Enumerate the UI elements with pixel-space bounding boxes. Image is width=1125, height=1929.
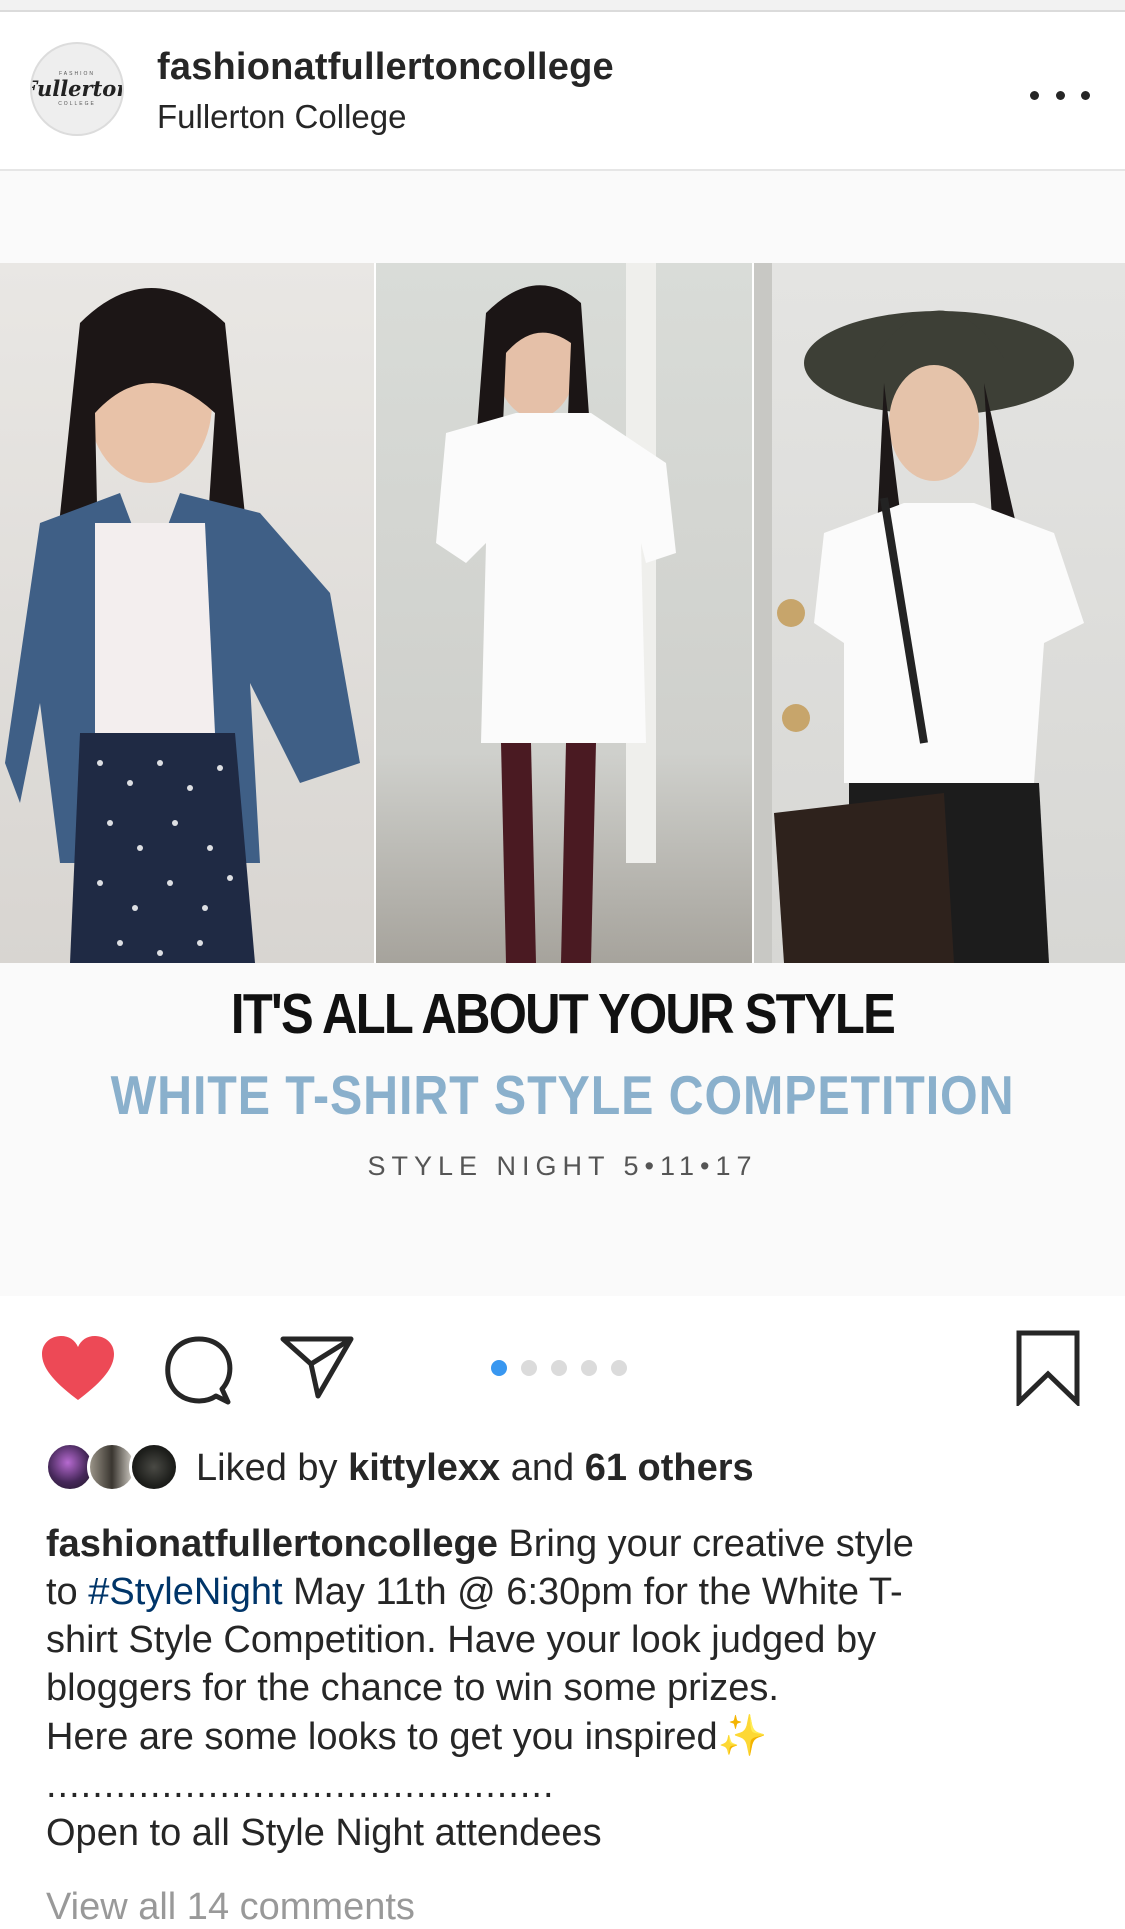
- likes-user[interactable]: kittylexx: [348, 1447, 500, 1489]
- likes-row[interactable]: Liked by kittylexx and 61 others: [45, 1440, 754, 1496]
- likes-prefix: Liked by: [196, 1446, 349, 1489]
- carousel-dot-active: [491, 1360, 507, 1376]
- bookmark-icon[interactable]: [1015, 1330, 1081, 1406]
- caption-text: shirt Style Competition. Have your look …: [46, 1619, 877, 1661]
- post-header: FASHION Fullerton COLLEGE fashionatfulle…: [0, 12, 1125, 171]
- collage-photo-hat-bag: [754, 263, 1125, 963]
- graphic-date: STYLE NIGHT 5•11•17: [367, 1151, 758, 1181]
- caption-hashtag[interactable]: #StyleNight: [88, 1571, 282, 1613]
- view-all-comments-link[interactable]: View all 14 comments: [46, 1886, 415, 1929]
- carousel-dot: [611, 1360, 627, 1376]
- comment-icon[interactable]: [162, 1334, 234, 1406]
- caption-text: bloggers for the chance to win some priz…: [46, 1667, 779, 1709]
- post-action-bar: [0, 1330, 1125, 1410]
- post-location[interactable]: Fullerton College: [157, 98, 406, 136]
- direct-share-icon[interactable]: [280, 1334, 354, 1400]
- caption-divider: ........................................…: [46, 1764, 555, 1806]
- collage-photo-denim-jacket: [0, 263, 374, 963]
- caption-text: Open to all Style Night attendees: [46, 1812, 602, 1854]
- carousel-dot: [551, 1360, 567, 1376]
- carousel-dot: [581, 1360, 597, 1376]
- caption-text: Here are some looks to get you inspired: [46, 1716, 718, 1758]
- heart-filled-icon[interactable]: [40, 1334, 116, 1402]
- carousel-indicator: [491, 1360, 627, 1376]
- caption-text: to: [46, 1571, 89, 1613]
- sparkles-emoji: ✨: [717, 1714, 768, 1758]
- graphic-subtitle: WHITE T-SHIRT STYLE COMPETITION: [110, 1064, 1015, 1126]
- likes-middle: and: [500, 1446, 585, 1489]
- avatar-tiny-text-bottom: COLLEGE: [58, 101, 96, 107]
- collage-photo-tee-dress: [374, 263, 754, 963]
- carousel-dot: [521, 1360, 537, 1376]
- graphic-title: IT'S ALL ABOUT YOUR STYLE: [230, 982, 896, 1046]
- avatar-logo-text: Fullerton: [32, 76, 122, 101]
- caption-text: Bring your creative style: [497, 1523, 914, 1565]
- post-username[interactable]: fashionatfullertoncollege: [157, 46, 614, 89]
- likes-text[interactable]: Liked by kittylexx and 61 others: [196, 1447, 754, 1490]
- post-media-carousel[interactable]: IT'S ALL ABOUT YOUR STYLE WHITE T-SHIRT …: [0, 171, 1125, 1296]
- caption-username[interactable]: fashionatfullertoncollege: [46, 1523, 498, 1565]
- likes-others-count[interactable]: 61 others: [585, 1447, 754, 1489]
- photo-collage: [0, 263, 1125, 963]
- profile-avatar[interactable]: FASHION Fullerton COLLEGE: [30, 42, 124, 136]
- liker-avatar: [129, 1442, 179, 1492]
- status-bar-divider: [0, 0, 1125, 12]
- caption-text: May 11th @ 6:30pm for the White T-: [282, 1571, 903, 1613]
- liker-avatars: [45, 1440, 180, 1496]
- more-options-icon[interactable]: [1030, 80, 1090, 110]
- post-caption: fashionatfullertoncollege Bring your cre…: [46, 1520, 1086, 1857]
